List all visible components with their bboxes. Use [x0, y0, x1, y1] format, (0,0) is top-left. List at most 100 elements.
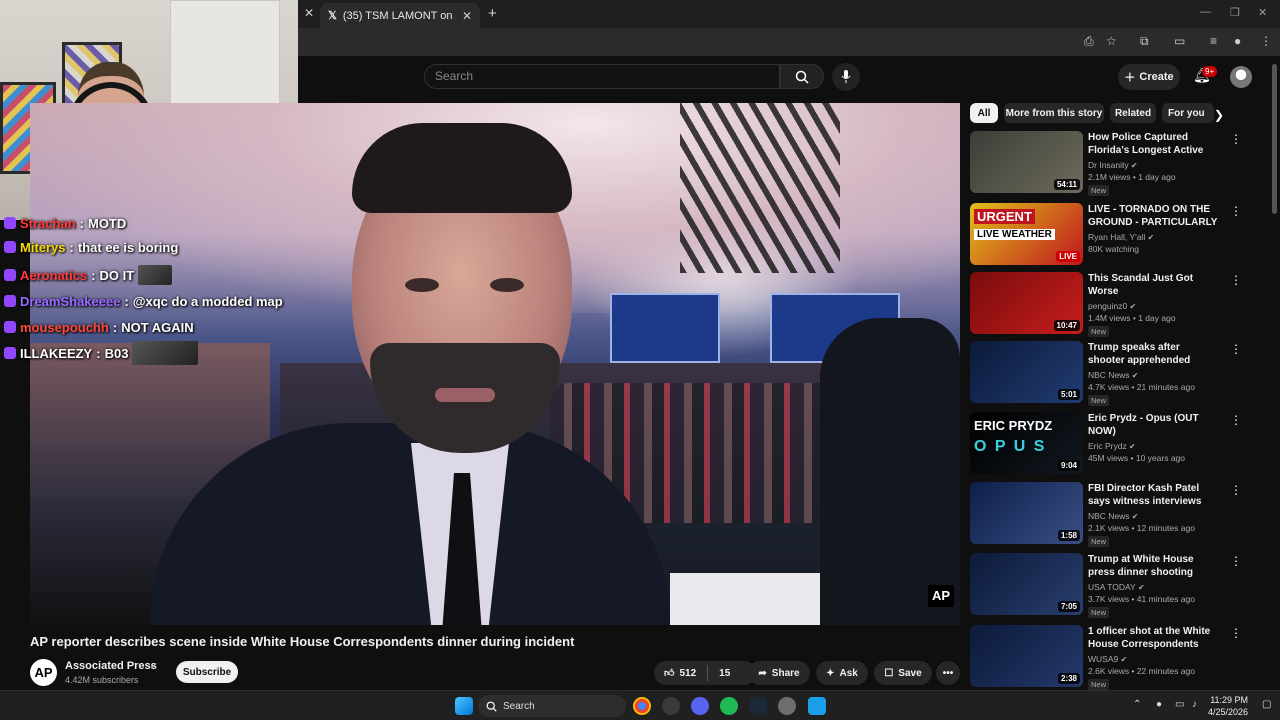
chat-message: Aeronatics: DO IT	[4, 264, 173, 286]
more-options-icon[interactable]: ⋮	[1230, 204, 1242, 218]
dislike-count[interactable]: 15	[719, 668, 730, 679]
video-thumbnail[interactable]: 54:11	[970, 131, 1083, 193]
more-options-icon[interactable]: ⋮	[1230, 273, 1242, 287]
more-options-icon[interactable]: ⋮	[1230, 132, 1242, 146]
recommended-title[interactable]: Trump at White House press dinner shooti…	[1088, 553, 1218, 579]
search-button[interactable]	[780, 64, 824, 89]
search-input[interactable]: Search	[424, 64, 780, 89]
recommended-title[interactable]: FBI Director Kash Patel says witness int…	[1088, 482, 1218, 508]
chrome-icon[interactable]	[633, 697, 651, 715]
recommended-channel[interactable]: penguinz0	[1088, 301, 1127, 311]
ask-button[interactable]: ✦ Ask	[816, 661, 868, 685]
volume-icon[interactable]: ♪	[1192, 699, 1197, 710]
chat-text: that ee is boring	[77, 239, 179, 255]
video-thumbnail[interactable]: 10:47	[970, 272, 1083, 334]
recommended-channel[interactable]: USA TODAY	[1088, 582, 1136, 592]
recommended-video[interactable]: 54:11 How Police Captured Florida's Longe…	[970, 131, 1245, 196]
system-clock[interactable]: 11:29 PM 4/25/2026	[1208, 694, 1248, 718]
recommended-title[interactable]: Eric Prydz - Opus (OUT NOW)	[1088, 412, 1218, 438]
chip-related[interactable]: Related	[1110, 103, 1156, 123]
recommended-channel[interactable]: Dr Insanity	[1088, 160, 1129, 170]
thumbs-up-icon[interactable]: 👍︎	[664, 667, 674, 679]
recommended-title[interactable]: Trump speaks after shooter apprehended o…	[1088, 341, 1218, 367]
video-thumbnail[interactable]: 2:38	[970, 625, 1083, 687]
recommended-title[interactable]: How Police Captured Florida's Longest Ac…	[1088, 131, 1218, 157]
microphone-icon	[841, 70, 851, 83]
voice-search-button[interactable]	[832, 63, 860, 91]
recommended-channel[interactable]: NBC News	[1088, 370, 1130, 380]
chip-for-you[interactable]: For you	[1162, 103, 1214, 123]
video-guest-right	[820, 318, 960, 625]
discord-icon[interactable]	[691, 697, 709, 715]
recommended-title[interactable]: This Scandal Just Got Worse	[1088, 272, 1218, 298]
reporter-eye	[405, 278, 439, 292]
app-icon[interactable]	[662, 697, 680, 715]
recommended-video[interactable]: 10:47 This Scandal Just Got Worse penguinz…	[970, 272, 1245, 337]
recommended-video[interactable]: ERIC PRYDZ O P U S 9:04 Eric Prydz - Opus (…	[970, 412, 1245, 476]
browser-tab[interactable]: 𝕏 (35) TSM LAMONT on X: "this i ✕	[320, 3, 480, 28]
more-options-icon[interactable]: ⋮	[1230, 554, 1242, 568]
more-options-icon[interactable]: ⋮	[1230, 342, 1242, 356]
close-tab-icon[interactable]: ✕	[304, 6, 314, 20]
recommended-video[interactable]: 1:58 FBI Director Kash Patel says witness…	[970, 482, 1245, 547]
windows-start-icon[interactable]	[455, 697, 473, 715]
avatar[interactable]	[1230, 66, 1252, 88]
verified-icon: ✔︎	[1118, 655, 1128, 664]
video-thumbnail[interactable]: 5:01	[970, 341, 1083, 403]
new-tab-button[interactable]: +	[488, 5, 497, 22]
new-badge: New	[1088, 185, 1110, 196]
share-button[interactable]: ➦ Share	[748, 661, 810, 685]
recommended-video[interactable]: 2:38 1 officer shot at the White House Co…	[970, 625, 1245, 690]
chevron-right-icon[interactable]: ❯	[1214, 108, 1224, 122]
more-options-icon[interactable]: ⋮	[1230, 483, 1242, 497]
recommended-channel[interactable]: WUSA9	[1088, 654, 1118, 664]
video-thumbnail[interactable]: URGENT LIVE WEATHER LIVE	[970, 203, 1083, 265]
steam-icon[interactable]	[749, 697, 767, 715]
video-thumbnail[interactable]: ERIC PRYDZ O P U S 9:04	[970, 412, 1083, 474]
recommended-title[interactable]: LIVE - TORNADO ON THE GROUND - PARTICULA…	[1088, 203, 1218, 229]
notepad-icon[interactable]	[808, 697, 826, 715]
maximize-icon[interactable]: ❐	[1230, 6, 1240, 19]
recommended-channel[interactable]: Ryan Hall, Y'all	[1088, 232, 1145, 242]
minimize-icon[interactable]: —	[1200, 6, 1211, 18]
thumbnail-sublabel: O P U S	[974, 438, 1047, 455]
subscribe-button[interactable]: Subscribe	[176, 661, 238, 683]
chip-all[interactable]: All	[970, 103, 998, 123]
scrollbar[interactable]	[1272, 64, 1277, 214]
reporter-eye	[490, 278, 524, 292]
cast-icon[interactable]: ▭	[1174, 34, 1185, 48]
recommended-channel[interactable]: NBC News	[1088, 511, 1130, 521]
more-actions-button[interactable]: •••	[936, 661, 960, 685]
notifications-icon[interactable]: ▢	[1262, 699, 1271, 710]
like-count[interactable]: 512	[679, 668, 696, 679]
video-thumbnail[interactable]: 1:58	[970, 482, 1083, 544]
more-options-icon[interactable]: ⋮	[1230, 626, 1242, 640]
settings-gear-icon[interactable]	[778, 697, 796, 715]
recommended-title[interactable]: 1 officer shot at the White House Corres…	[1088, 625, 1218, 651]
recommended-video[interactable]: 7:05 Trump at White House press dinner sh…	[970, 553, 1245, 618]
save-button[interactable]: ☐ Save	[874, 661, 932, 685]
more-options-icon[interactable]: ⋮	[1230, 413, 1242, 427]
profile-icon[interactable]: ●	[1234, 34, 1241, 48]
close-icon[interactable]: ✕	[462, 9, 472, 23]
recommended-video[interactable]: URGENT LIVE WEATHER LIVE LIVE - TORNADO ON …	[970, 203, 1245, 267]
spotify-icon[interactable]	[720, 697, 738, 715]
chevron-up-icon[interactable]: ⌃	[1133, 699, 1141, 710]
recommended-channel[interactable]: Eric Prydz	[1088, 441, 1127, 451]
extensions-icon[interactable]: ⧉	[1140, 34, 1149, 49]
menu-kebab-icon[interactable]: ⋮	[1260, 34, 1272, 48]
install-icon[interactable]: ⎙	[1084, 34, 1094, 49]
media-icon[interactable]: ≡	[1210, 34, 1217, 48]
bookmark-star-icon[interactable]: ☆	[1106, 34, 1117, 48]
channel-avatar[interactable]: AP	[30, 659, 57, 686]
taskbar-search[interactable]: Search	[478, 695, 626, 717]
channel-name[interactable]: Associated Press	[65, 660, 157, 672]
chip-more-from-story[interactable]: More from this story	[1004, 103, 1104, 123]
recommended-video[interactable]: 5:01 Trump speaks after shooter apprehend…	[970, 341, 1245, 406]
microphone-icon[interactable]: ●	[1156, 699, 1162, 710]
create-button[interactable]: ＋ Create	[1118, 64, 1180, 90]
recommended-meta: 80K watching	[1088, 244, 1140, 254]
video-thumbnail[interactable]: 7:05	[970, 553, 1083, 615]
network-icon[interactable]: ▭	[1175, 699, 1184, 710]
window-close-icon[interactable]: ✕	[1258, 6, 1267, 19]
